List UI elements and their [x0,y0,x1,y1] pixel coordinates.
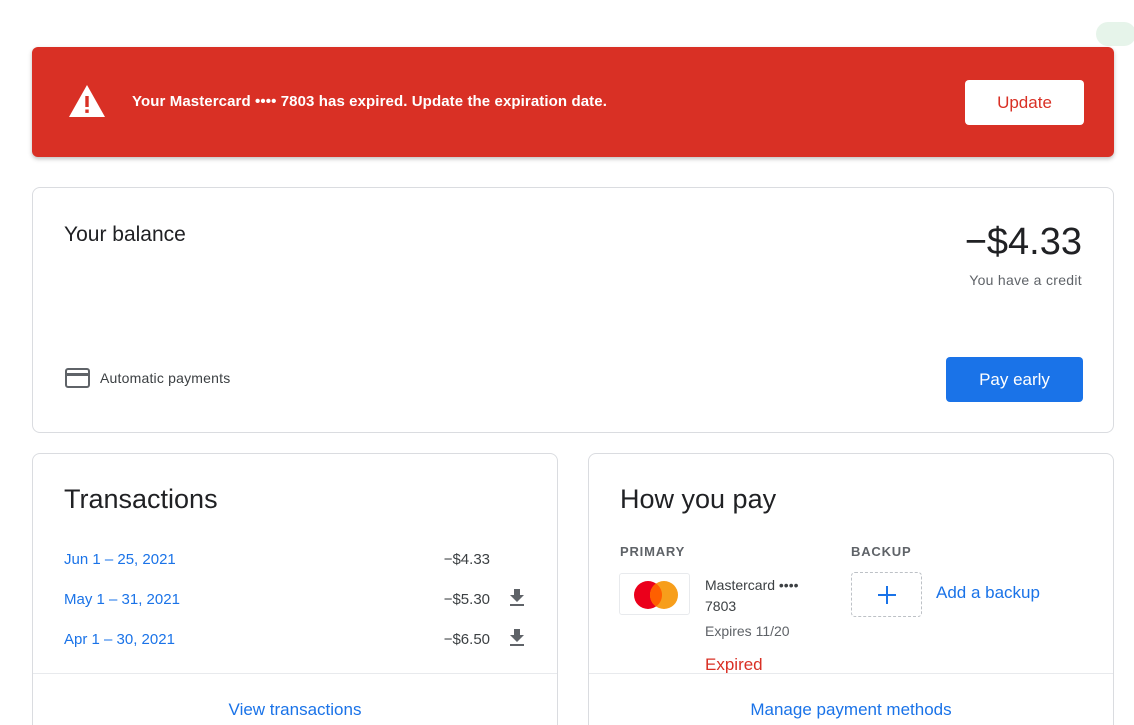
mastercard-logo-icon [619,573,690,615]
transaction-date-link[interactable]: May 1 – 31, 2021 [64,591,180,608]
update-button[interactable]: Update [965,80,1084,125]
warning-icon [68,84,106,123]
transaction-row: Apr 1 – 30, 2021 −$6.50 [64,629,530,653]
download-icon[interactable] [509,589,525,607]
balance-card: Your balance −$4.33 You have a credit Au… [32,187,1114,433]
add-backup-link[interactable]: Add a backup [936,583,1040,603]
expired-card-alert: Your Mastercard •••• 7803 has expired. U… [32,47,1114,157]
balance-subtitle: You have a credit [969,272,1082,288]
automatic-payments[interactable]: Automatic payments [65,368,230,388]
primary-label: PRIMARY [620,544,686,559]
how-you-pay-card: How you pay PRIMARY BACKUP Mastercard ••… [588,453,1114,725]
transactions-footer: View transactions [33,673,557,725]
card-number: 7803 [705,598,737,614]
alert-message: Your Mastercard •••• 7803 has expired. U… [132,93,607,110]
pay-early-button[interactable]: Pay early [946,357,1083,402]
transaction-amount: −$4.33 [443,551,490,568]
transactions-title: Transactions [64,484,218,514]
card-status: Expired [705,655,763,674]
plus-icon [877,585,896,604]
balance-amount: −$4.33 [964,221,1082,263]
how-you-pay-footer: Manage payment methods [589,673,1113,725]
transaction-date-link[interactable]: Apr 1 – 30, 2021 [64,631,175,648]
automatic-payments-label: Automatic payments [100,370,231,386]
balance-title: Your balance [64,223,186,246]
transaction-row: Jun 1 – 25, 2021 −$4.33 [64,551,530,573]
transactions-card: Transactions Jun 1 – 25, 2021 −$4.33 May… [32,453,558,725]
backup-label: BACKUP [851,544,912,559]
manage-payment-methods-link[interactable]: Manage payment methods [589,700,1113,720]
transaction-amount: −$6.50 [443,631,490,648]
transaction-date-link[interactable]: Jun 1 – 25, 2021 [64,551,176,568]
transaction-row: May 1 – 31, 2021 −$5.30 [64,589,530,613]
how-you-pay-title: How you pay [620,484,777,514]
transaction-amount: −$5.30 [443,591,490,608]
download-icon[interactable] [509,629,525,647]
add-backup-button[interactable] [851,572,922,617]
corner-decoration [1096,22,1134,46]
card-expiry: Expires 11/20 [705,623,790,639]
credit-card-icon [65,368,90,388]
card-brand: Mastercard •••• [705,577,799,593]
view-transactions-link[interactable]: View transactions [33,700,557,720]
card-name: Mastercard •••• 7803 [705,575,815,617]
